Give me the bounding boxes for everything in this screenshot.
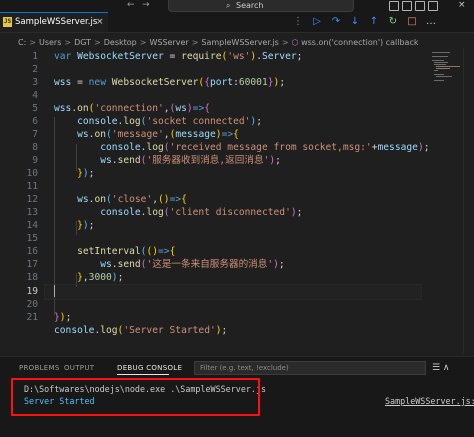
breadcrumb: C: > Users > DGT > Desktop > WSServer > SampleWSSe… [18,38,419,47]
line-number: 8 [32,142,38,153]
search-icon: ⌕ [226,1,231,10]
code-line: console.log('Server Started'); [54,325,228,336]
code-line: wss = new WebsocketServer({port:60001}); [54,77,286,88]
layout-controls [389,0,441,11]
breadcrumb-item[interactable]: C: [18,38,26,47]
code-line: var WebsocketServer = require('ws').Serv… [54,51,303,62]
drag-handle-icon[interactable]: ⋮ [292,16,304,28]
text-cursor [54,285,55,297]
customize-layout-icon[interactable] [428,1,438,11]
more-actions-icon[interactable]: … [425,16,437,28]
code-line: }); [77,168,95,179]
search-label: Search [236,1,264,10]
source-location-link[interactable]: SampleWSServer.js:21 [385,395,474,407]
vscode-window: ← → ⌕ Search × JS SampleWSServer.js × ⋮ … [0,0,474,437]
breadcrumb-item[interactable]: Users [39,38,61,47]
toggle-secondary-sidebar-icon[interactable] [415,1,425,11]
code-line: setInterval(()=>{ [77,246,176,257]
debug-toolbar: ⋮ ▷ ↷ ↓ ↑ ↻ □ … [292,12,444,32]
code-line: console.log('received message from socke… [100,142,430,153]
javascript-file-icon: JS [3,17,12,27]
code-line: ws.on('close',()=>{ [77,194,187,205]
tab-label: SampleWSServer.js [15,17,98,27]
line-number: 20 [26,299,38,310]
forward-arrow-icon[interactable]: → [142,0,150,11]
tab-output[interactable]: OUTPUT [64,363,94,373]
panel-actions-icon[interactable]: ☰ ∧ [432,362,450,374]
code-line: console.log('socket connected'); [77,116,262,127]
code-line: wss.on('connection',(ws)=>{ [54,103,211,114]
tab-samplewsserver[interactable]: JS SampleWSServer.js × [0,12,108,32]
toggle-panel-icon[interactable] [402,1,412,11]
red-highlight-box [11,378,260,416]
command-center-search[interactable]: ⌕ Search [168,0,354,12]
line-number-current: 19 [26,286,38,297]
stop-icon[interactable]: □ [406,16,418,28]
title-bar: ← → ⌕ Search × [0,0,474,12]
line-number: 4 [32,90,38,101]
line-number: 9 [32,155,38,166]
line-number: 12 [26,194,38,205]
code-line: },3000); [77,272,124,283]
code-line: ws.on('message',(message)=>{ [77,129,239,140]
code-line: }); [54,312,72,323]
breadcrumb-item[interactable]: SampleWSServer.js [201,38,278,47]
tab-close-icon[interactable]: × [96,16,104,28]
current-line-highlight [44,284,422,300]
line-number: 5 [32,103,38,114]
line-number: 10 [26,168,38,179]
code-line: console.log('client disconnected'); [100,207,303,218]
line-number: 15 [26,233,38,244]
toggle-primary-sidebar-icon[interactable] [389,1,399,11]
tab-problems[interactable]: PROBLEMS [19,363,60,373]
tab-debug-console[interactable]: DEBUG CONSOLE [117,363,182,373]
filter-input[interactable]: Filter (e.g. text, !exclude) [194,361,426,375]
line-number: 7 [32,129,38,140]
step-over-icon[interactable]: ↷ [330,16,342,28]
line-number: 14 [26,220,38,231]
step-out-icon[interactable]: ↑ [368,16,380,28]
breadcrumb-item[interactable]: Desktop [104,38,137,47]
line-number: 16 [26,246,38,257]
breadcrumb-item[interactable]: WSServer [149,38,188,47]
line-number: 2 [32,64,38,75]
continue-icon[interactable]: ▷ [311,16,323,28]
step-into-icon[interactable]: ↓ [349,16,361,28]
window-close-icon[interactable]: × [458,0,466,11]
code-line: ws.send('这是一条来自服务器的消息'); [100,259,285,270]
line-number: 18 [26,272,38,283]
active-tab-indicator [117,374,169,375]
line-number: 6 [32,116,38,127]
line-number: 3 [32,77,38,88]
minimap[interactable] [432,52,462,84]
code-editor[interactable]: 1 2 3 4 5 6 7 8 9 10 11 12 13 14 15 16 1… [0,48,474,356]
line-number: 11 [26,181,38,192]
line-number: 1 [32,51,38,62]
restart-icon[interactable]: ↻ [387,16,399,28]
back-arrow-icon[interactable]: ← [127,0,135,11]
line-number: 21 [26,312,38,323]
line-number: 13 [26,207,38,218]
editor-scrollbar[interactable] [463,48,472,353]
line-number: 17 [26,259,38,270]
code-line: }); [77,220,95,231]
symbol-function-icon: ⬡ [291,38,302,47]
code-line: ws.send('服务器收到消息,返回消息'); [100,155,281,166]
breadcrumb-item[interactable]: wss.on('connection') callback [301,38,418,47]
filter-placeholder: Filter (e.g. text, !exclude) [200,364,289,372]
breadcrumb-item[interactable]: DGT [74,38,91,47]
